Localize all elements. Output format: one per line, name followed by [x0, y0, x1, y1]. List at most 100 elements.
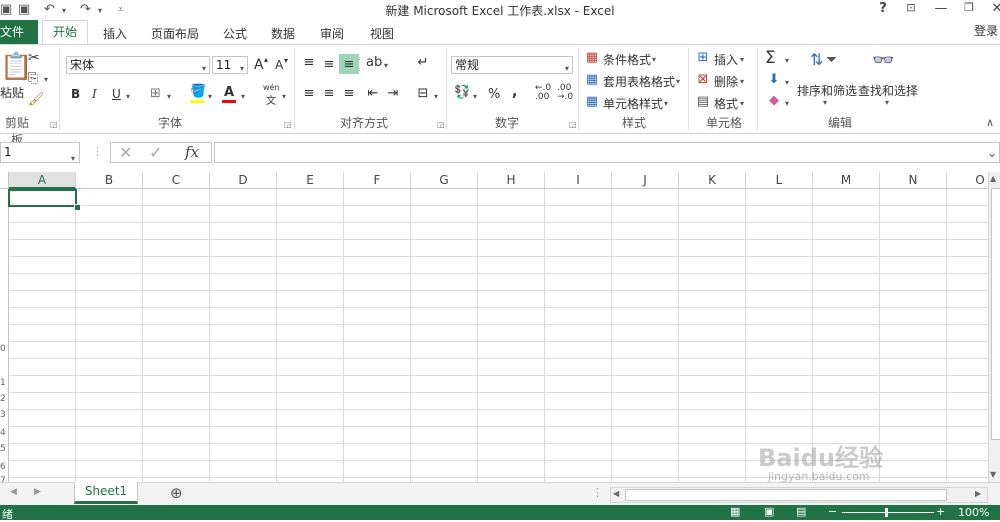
row-header-fragment[interactable]: 2	[0, 394, 6, 404]
row-header-fragment[interactable]: 0	[0, 344, 6, 354]
column-header-j[interactable]: J	[612, 172, 679, 189]
row-header-fragment[interactable]: 4	[0, 428, 6, 438]
format-cells-button[interactable]: 格式	[714, 95, 738, 112]
worksheet-grid[interactable]: ABCDEFGHIJKLMNO01234567	[0, 172, 988, 482]
clear-icon[interactable]: ◆	[766, 93, 782, 108]
row-header-fragment[interactable]: 3	[0, 410, 6, 420]
row-header-fragment[interactable]: 5	[0, 444, 6, 454]
tab-data[interactable]: 数据	[271, 25, 295, 42]
conditional-format-button[interactable]: 条件格式	[603, 51, 651, 68]
column-header-g[interactable]: G	[411, 172, 478, 189]
normal-view-icon[interactable]: ▦	[730, 505, 740, 518]
chevron-down-icon[interactable]: ▾	[202, 61, 206, 77]
insert-cells-icon[interactable]: ⊞	[695, 50, 711, 65]
orientation-icon[interactable]: ab	[366, 55, 382, 70]
align-right-icon[interactable]: ≡	[341, 86, 357, 101]
signin-link[interactable]: 登录	[974, 22, 998, 39]
font-launcher-icon[interactable]: ◲	[284, 120, 292, 129]
column-header-b[interactable]: B	[76, 172, 143, 189]
fill-handle[interactable]	[74, 204, 81, 211]
format-cells-icon[interactable]: ▤	[695, 94, 711, 109]
format-painter-icon[interactable]: 🖌	[28, 92, 45, 107]
font-color-icon[interactable]: A	[224, 85, 234, 100]
tab-insert[interactable]: 插入	[103, 25, 127, 42]
clear-dropdown-icon[interactable]: ▾	[785, 99, 789, 108]
chevron-down-icon[interactable]: ▾	[71, 149, 75, 168]
zoom-slider[interactable]	[842, 512, 934, 513]
row-header-fragment[interactable]: 6	[0, 462, 6, 472]
column-header-c[interactable]: C	[143, 172, 210, 189]
insert-cells-button[interactable]: 插入	[714, 51, 738, 68]
tab-file[interactable]: 文件	[0, 20, 38, 44]
copy-dropdown-icon[interactable]: ▾	[44, 75, 48, 84]
formula-input[interactable]: ⌄	[214, 142, 1000, 163]
fill-color-icon[interactable]: 🪣	[190, 84, 206, 99]
select-all-corner[interactable]	[0, 172, 9, 189]
tab-formulas[interactable]: 公式	[223, 25, 247, 42]
column-header-f[interactable]: F	[344, 172, 411, 189]
ribbon-display-icon[interactable]: ⊡	[900, 1, 922, 14]
autosum-icon[interactable]: Σ	[765, 48, 776, 68]
find-select-button[interactable]: 查找和选择	[858, 82, 918, 99]
enter-icon[interactable]: ✓	[149, 143, 162, 162]
align-middle-icon[interactable]: ≡	[321, 57, 337, 72]
chevron-down-icon[interactable]: ▾	[664, 99, 668, 108]
column-header-l[interactable]: L	[746, 172, 813, 189]
column-header-n[interactable]: N	[880, 172, 947, 189]
decrease-decimal-button[interactable]: .00 →.0	[557, 84, 573, 102]
fill-dropdown-icon[interactable]: ▾	[208, 92, 212, 101]
accounting-format-icon[interactable]: 💱	[454, 85, 470, 100]
number-format-combo[interactable]: 常规 ▾	[451, 56, 573, 74]
column-header-m[interactable]: M	[813, 172, 880, 189]
align-center-icon[interactable]: ≡	[321, 86, 337, 101]
chevron-down-icon[interactable]: ▾	[740, 55, 744, 64]
page-layout-view-icon[interactable]: ▣	[764, 505, 774, 518]
cell-styles-icon[interactable]: ▦	[584, 94, 600, 109]
scroll-up-icon[interactable]: ▲	[990, 174, 996, 183]
chevron-down-icon[interactable]: ▾	[885, 98, 889, 107]
align-bottom-button[interactable]: ≡	[339, 54, 359, 74]
expand-formula-bar-icon[interactable]: ⌄	[987, 146, 997, 160]
chevron-down-icon[interactable]: ▾	[740, 77, 744, 86]
vertical-scroll-thumb[interactable]	[991, 188, 1000, 440]
fill-icon[interactable]: ⬇	[766, 72, 782, 87]
chevron-down-icon[interactable]: ▾	[676, 77, 680, 86]
font-color-dropdown-icon[interactable]: ▾	[241, 92, 245, 101]
border-dropdown-icon[interactable]: ▾	[167, 92, 171, 101]
clipboard-launcher-icon[interactable]: ◲	[50, 120, 58, 129]
sort-filter-button[interactable]: 排序和筛选	[797, 82, 857, 99]
page-break-view-icon[interactable]: ▤	[796, 505, 806, 518]
border-icon[interactable]: ⊞	[150, 86, 161, 101]
sort-filter-icon[interactable]: ⇅	[810, 50, 823, 69]
format-as-table-icon[interactable]: ▦	[584, 72, 600, 87]
align-top-icon[interactable]: ≡	[301, 55, 317, 70]
increase-indent-icon[interactable]: ⇥	[385, 86, 401, 101]
sheet-tab-sheet1[interactable]: Sheet1	[74, 482, 138, 504]
tab-view[interactable]: 视图	[370, 25, 394, 42]
chevron-down-icon[interactable]: ▾	[652, 55, 656, 64]
tab-split-grip-icon[interactable]: ⋮	[592, 486, 603, 499]
cut-icon[interactable]: ✂	[28, 50, 40, 66]
collapse-ribbon-icon[interactable]: ∧	[986, 116, 994, 129]
merge-dropdown-icon[interactable]: ▾	[434, 92, 438, 101]
decrease-indent-icon[interactable]: ⇤	[365, 86, 381, 101]
italic-button[interactable]: I	[92, 87, 97, 101]
copy-icon[interactable]: ⎘	[28, 71, 38, 86]
column-header-k[interactable]: K	[679, 172, 746, 189]
tab-page-layout[interactable]: 页面布局	[151, 25, 199, 42]
column-header-i[interactable]: I	[545, 172, 612, 189]
underline-dropdown-icon[interactable]: ▾	[126, 92, 130, 101]
underline-button[interactable]: U	[112, 87, 121, 101]
scroll-down-icon[interactable]: ▼	[990, 470, 996, 479]
paste-button[interactable]: 粘贴	[0, 84, 24, 101]
wrap-text-icon[interactable]: ↵	[415, 55, 431, 70]
phonetic-top[interactable]: wén	[263, 83, 280, 92]
increase-decimal-button[interactable]: ←.0.00	[535, 84, 551, 102]
format-as-table-button[interactable]: 套用表格格式	[603, 73, 675, 90]
zoom-slider-thumb[interactable]	[885, 508, 888, 517]
horizontal-scrollbar[interactable]: ◀ ▶	[610, 487, 988, 503]
column-header-a[interactable]: A	[9, 172, 76, 189]
zoom-out-icon[interactable]: −	[828, 505, 837, 518]
help-button[interactable]: ?	[872, 1, 894, 16]
chevron-down-icon[interactable]: ▾	[823, 98, 827, 107]
